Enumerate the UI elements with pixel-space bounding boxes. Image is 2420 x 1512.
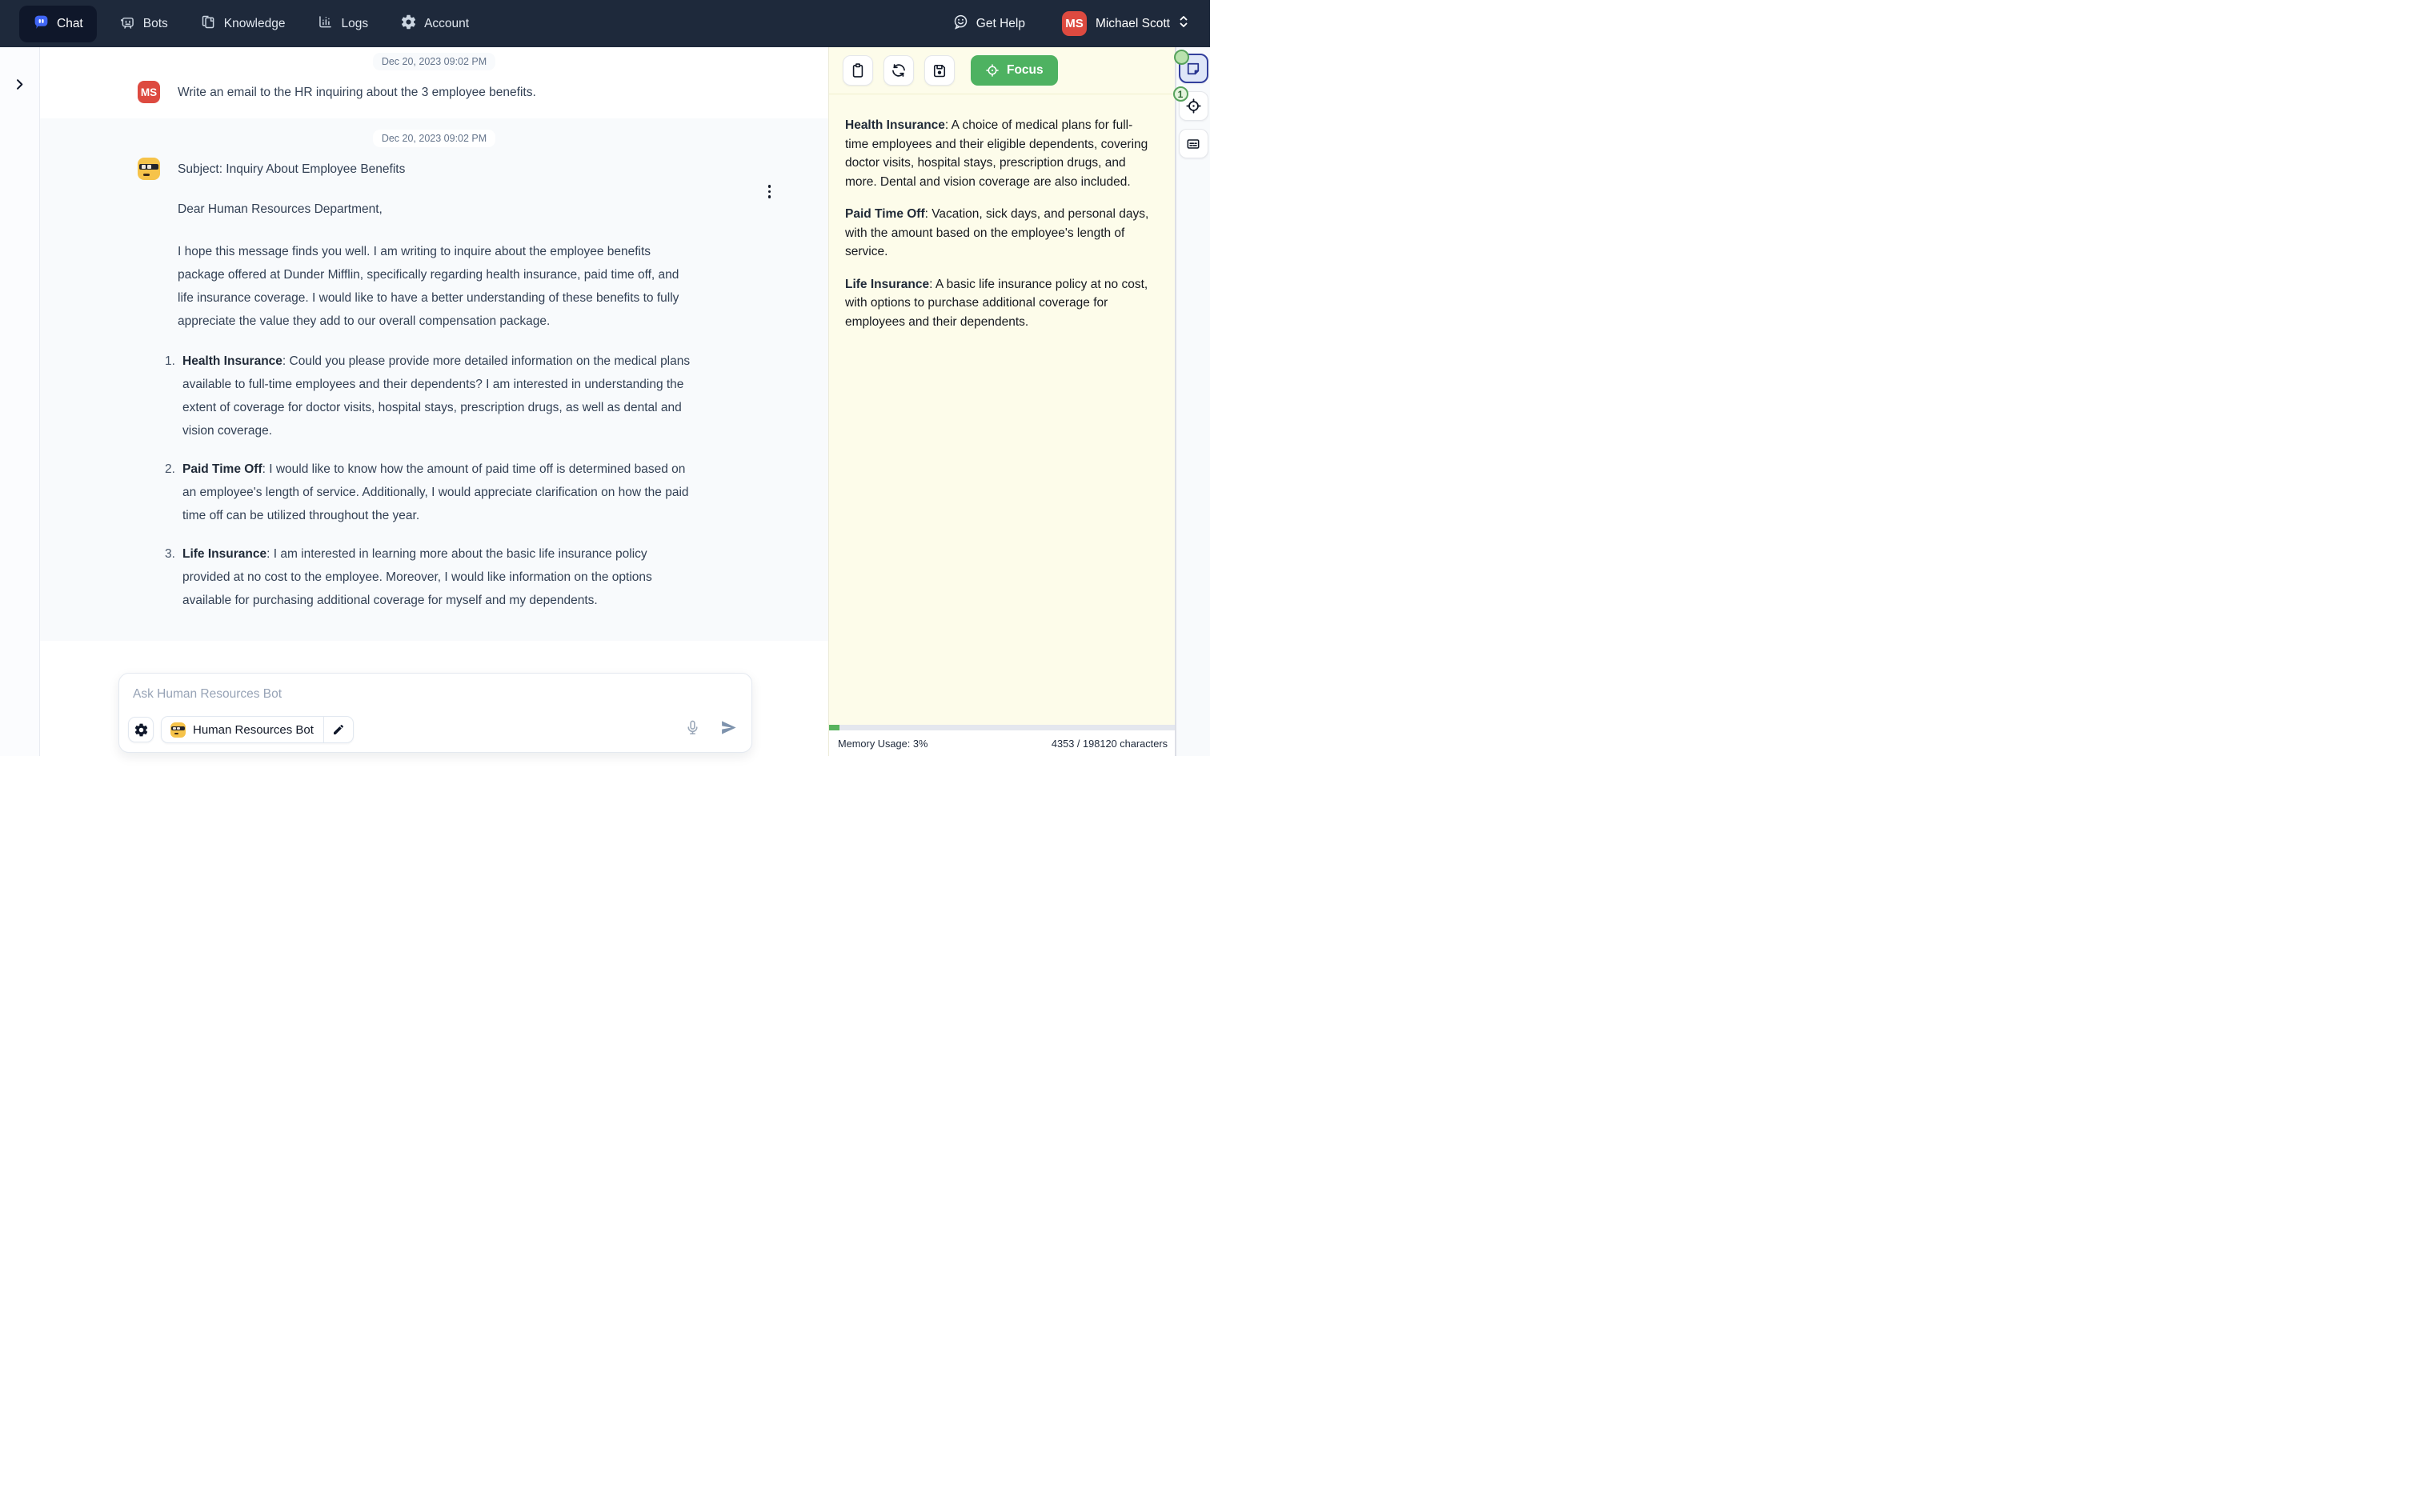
main-area: Dec 20, 2023 09:02 PM MS Write an email … xyxy=(0,47,1210,756)
bot-message: Subject: Inquiry About Employee Benefits… xyxy=(40,151,828,617)
panel-status-bar: Memory Usage: 3% 4353 / 198120 character… xyxy=(829,730,1175,756)
chat-input[interactable]: Ask Human Resources Bot xyxy=(133,687,282,702)
right-tool-strip: 1 xyxy=(1175,47,1210,756)
copy-to-clipboard-button[interactable] xyxy=(843,55,873,86)
user-message: MS Write an email to the HR inquiring ab… xyxy=(40,74,828,108)
robot-icon xyxy=(119,14,136,34)
chevron-up-down-icon xyxy=(1178,14,1189,33)
chart-icon xyxy=(317,14,334,34)
target-icon xyxy=(1185,98,1202,114)
memory-usage-label: Memory Usage: 3% xyxy=(838,738,928,750)
focus-count-badge: 1 xyxy=(1173,86,1188,102)
microphone-icon xyxy=(684,719,701,736)
send-icon xyxy=(719,718,738,737)
list-item: 1. Health Insurance: Could you please pr… xyxy=(178,350,698,442)
memory-progress-bar xyxy=(829,725,1175,730)
save-button[interactable] xyxy=(924,55,955,86)
nav-tab-logs[interactable]: Logs xyxy=(317,14,368,34)
message-timestamp: Dec 20, 2023 09:02 PM xyxy=(373,130,495,147)
documents-icon xyxy=(200,14,217,34)
user-message-avatar: MS xyxy=(138,81,160,103)
chat-input-card: Ask Human Resources Bot Human Resources … xyxy=(118,673,752,753)
get-help-button[interactable]: Get Help xyxy=(952,14,1025,34)
list-item: 3. Life Insurance: I am interested in le… xyxy=(178,542,698,612)
notes-content: Health Insurance: A choice of medical pl… xyxy=(829,94,1175,725)
notes-panel: Focus Health Insurance: A choice of medi… xyxy=(828,47,1175,756)
focus-button[interactable]: Focus xyxy=(971,55,1058,86)
top-nav: Chat Bots Knowledge Logs Account xyxy=(0,0,1210,47)
focus-button-label: Focus xyxy=(1007,63,1044,78)
chat-column: Dec 20, 2023 09:02 PM MS Write an email … xyxy=(40,47,828,756)
nav-tab-label: Bots xyxy=(143,17,168,31)
bot-message-section: Dec 20, 2023 09:02 PM Subject: Inquiry A… xyxy=(40,118,828,641)
character-count: 4353 / 198120 characters xyxy=(1052,738,1168,750)
sidebar-expand-button[interactable] xyxy=(9,74,30,94)
nav-tab-label: Chat xyxy=(57,17,83,31)
left-sidebar-collapsed xyxy=(0,47,40,756)
send-button[interactable] xyxy=(719,718,738,741)
nav-tab-label: Logs xyxy=(341,17,368,31)
refresh-icon xyxy=(891,62,907,78)
help-smiley-icon xyxy=(952,14,969,34)
notes-tool-button[interactable] xyxy=(1179,54,1208,83)
message-timestamp: Dec 20, 2023 09:02 PM xyxy=(373,53,495,70)
focus-target-icon xyxy=(985,63,1000,78)
message-options-menu[interactable] xyxy=(763,180,776,203)
notes-panel-toolbar: Focus xyxy=(829,47,1175,94)
nav-tab-label: Knowledge xyxy=(224,17,286,31)
bot-selector[interactable]: Human Resources Bot xyxy=(161,716,354,743)
nav-tab-bots[interactable]: Bots xyxy=(119,14,168,34)
email-intro: I hope this message finds you well. I am… xyxy=(178,240,698,333)
clipboard-icon xyxy=(850,62,866,78)
chat-settings-button[interactable] xyxy=(128,717,154,742)
user-message-text: Write an email to the HR inquiring about… xyxy=(178,81,698,103)
list-item: 2. Paid Time Off: I would like to know h… xyxy=(178,458,698,527)
email-greeting: Dear Human Resources Department, xyxy=(178,201,698,218)
bot-selector-name: Human Resources Bot xyxy=(193,723,314,737)
get-help-label: Get Help xyxy=(976,17,1025,31)
focus-tool-button[interactable]: 1 xyxy=(1179,91,1208,121)
app-root: Chat Bots Knowledge Logs Account xyxy=(0,0,1210,756)
notes-badge xyxy=(1174,50,1189,65)
nav-tab-account[interactable]: Account xyxy=(400,14,469,34)
microphone-button[interactable] xyxy=(684,719,701,740)
gear-icon xyxy=(400,14,417,34)
sticky-note-icon xyxy=(1185,61,1201,77)
bot-avatar xyxy=(138,158,160,180)
gear-icon xyxy=(134,722,149,738)
note-paragraph: Life Insurance: A basic life insurance p… xyxy=(845,275,1154,332)
edit-bot-button[interactable] xyxy=(324,723,353,736)
nav-tab-label: Account xyxy=(424,17,469,31)
note-paragraph: Health Insurance: A choice of medical pl… xyxy=(845,116,1154,191)
bot-emoji-icon xyxy=(170,722,186,738)
chat-bubble-icon xyxy=(33,14,50,34)
save-icon xyxy=(932,62,948,78)
email-benefits-list: 1. Health Insurance: Could you please pr… xyxy=(178,350,698,612)
forms-tool-button[interactable] xyxy=(1179,129,1208,158)
nav-tab-chat[interactable]: Chat xyxy=(19,6,97,42)
note-paragraph: Paid Time Off: Vacation, sick days, and … xyxy=(845,205,1154,262)
email-subject: Subject: Inquiry About Employee Benefits xyxy=(178,158,698,178)
user-menu[interactable]: MS Michael Scott xyxy=(1062,11,1189,36)
nav-tab-knowledge[interactable]: Knowledge xyxy=(200,14,286,34)
pencil-icon xyxy=(332,723,345,736)
refresh-button[interactable] xyxy=(883,55,914,86)
user-avatar: MS xyxy=(1062,11,1087,36)
card-fields-icon xyxy=(1185,136,1201,152)
memory-progress-fill xyxy=(829,725,839,730)
user-name: Michael Scott xyxy=(1096,17,1170,31)
chevron-right-icon xyxy=(13,78,26,91)
